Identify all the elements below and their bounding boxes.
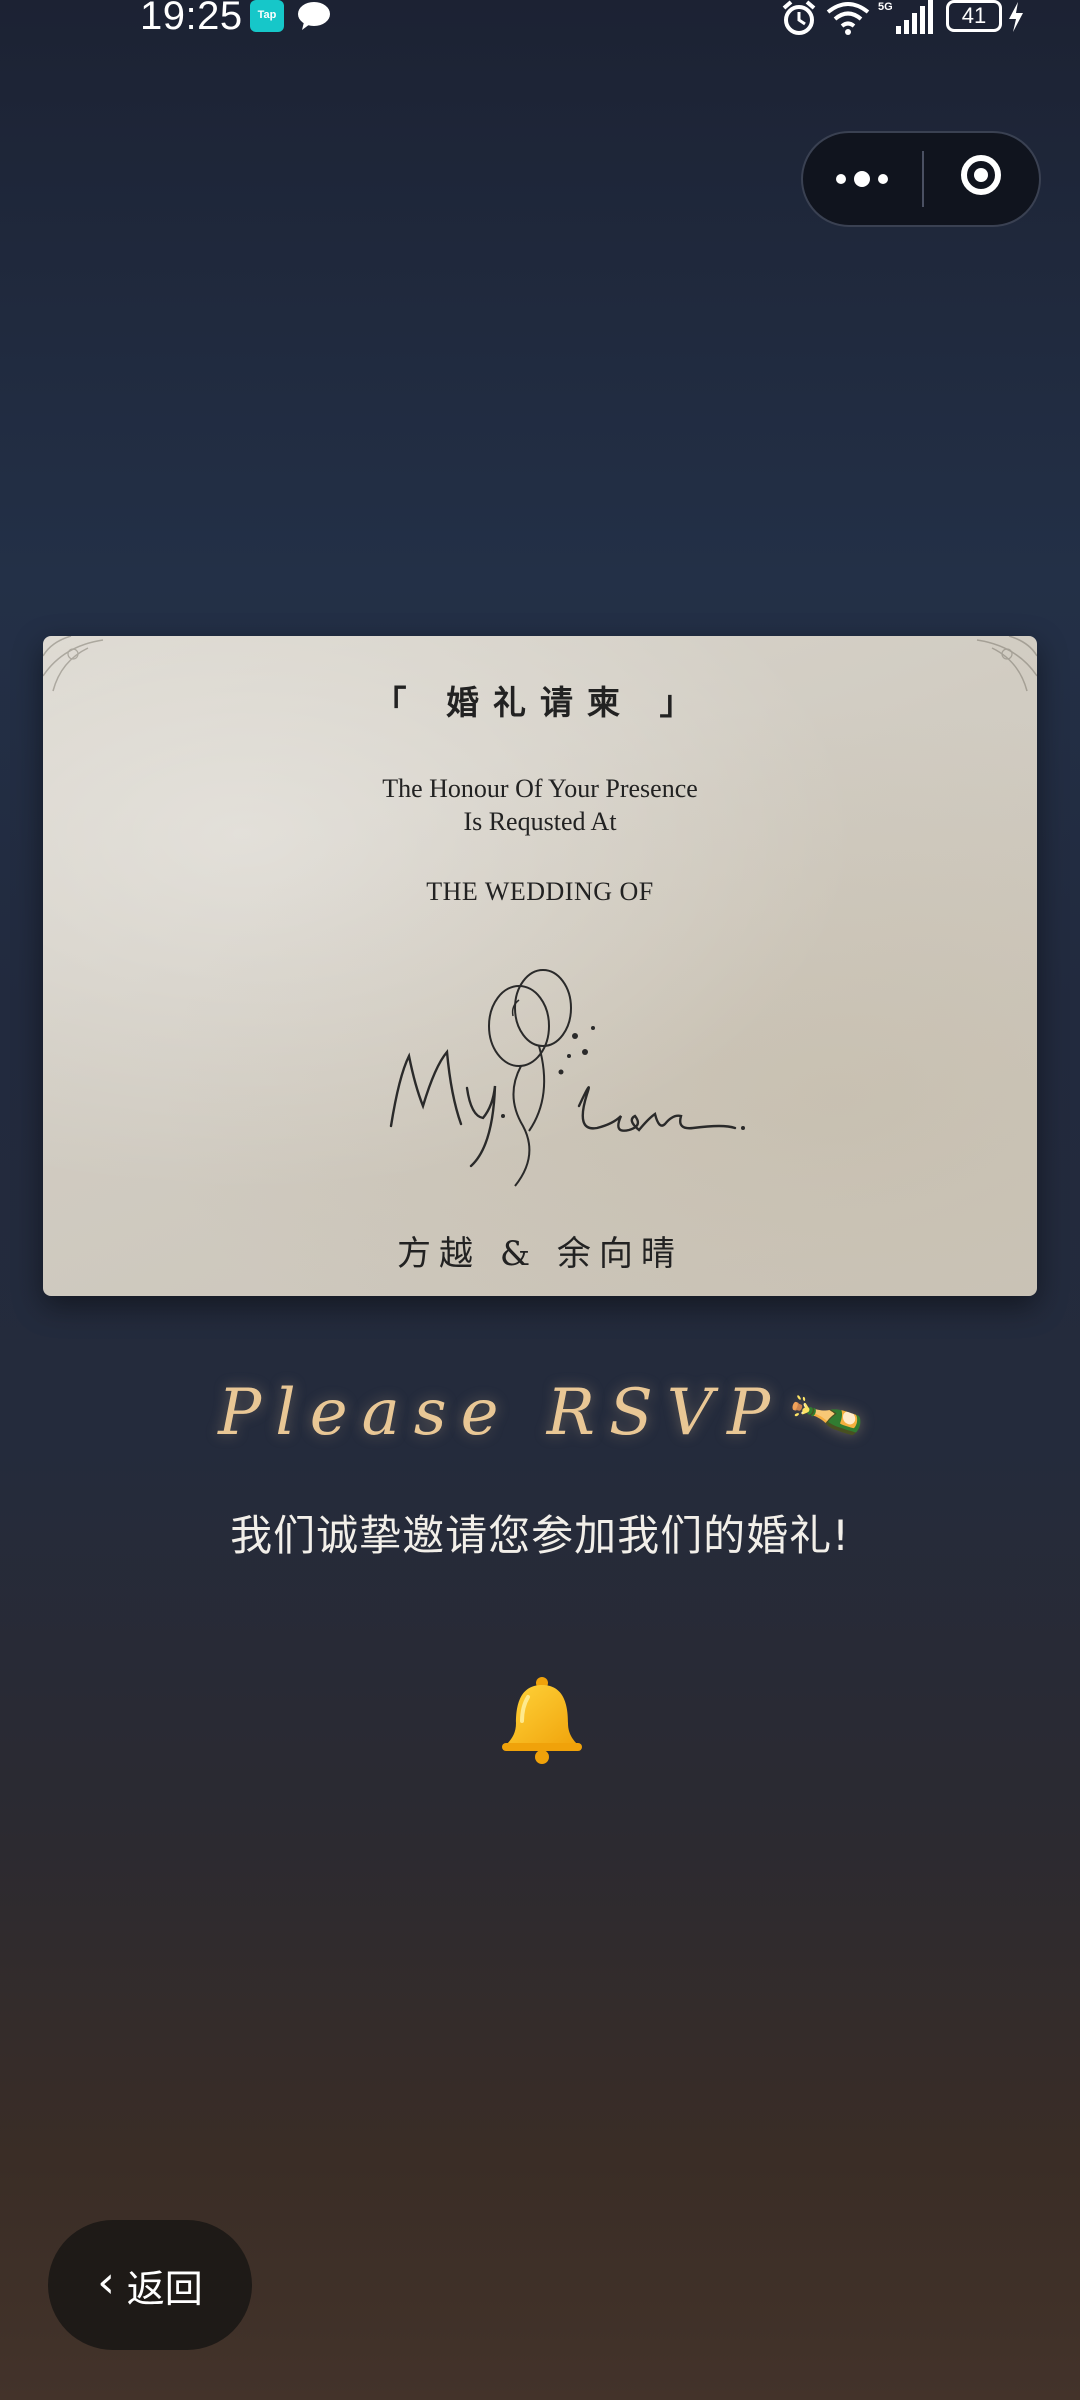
invitation-line-wedding: THE WEDDING OF [426,877,654,906]
more-dot-icon [878,174,888,184]
rsvp-heading-text: Please RSVP [218,1376,785,1450]
chevron-left-icon: ‹ [97,2257,115,2308]
invitation-line-requested: Is Requsted At [463,807,617,836]
svg-text:5G: 5G [878,1,893,13]
more-options-button[interactable] [803,133,921,225]
battery-icon: 41 [946,0,1002,32]
wifi-icon [826,2,870,35]
status-time: 19:25 [140,0,243,38]
back-button[interactable]: ‹ 返回 [48,2220,252,2350]
signal-5g-icon: 5G [878,0,933,34]
bell-icon[interactable] [500,1675,584,1765]
taptap-app-icon: Tap [250,0,284,32]
invitation-card: 「 婚礼请柬 」 The Honour Of Your Presence Is … [43,636,1037,1296]
invitation-line-honour: The Honour Of Your Presence [382,774,698,803]
my-love-balloon-illustration [389,969,745,1187]
invitation-title: 「 婚礼请柬 」 [373,683,707,722]
more-dot-icon [854,171,870,187]
champagne-icon: 🍾 [780,1369,874,1462]
alarm-icon [782,0,816,35]
more-dot-icon [836,174,846,184]
capsule-divider [922,151,924,207]
rsvp-heading: Please RSVP🍾 [0,1370,1080,1461]
message-icon [298,2,330,30]
rsvp-subtitle: 我们诚挚邀请您参加我们的婚礼! [230,1511,850,1560]
charging-icon [1009,2,1023,32]
status-bar: 19:25 Tap 5G 41 [0,0,1080,40]
status-icons: 5G 41 [780,0,1040,36]
close-mini-program-button[interactable] [961,155,1001,195]
couple-names: 方越 & 余向晴 [397,1234,683,1274]
mini-program-capsule [801,131,1041,227]
back-button-label: 返回 [126,2266,203,2311]
